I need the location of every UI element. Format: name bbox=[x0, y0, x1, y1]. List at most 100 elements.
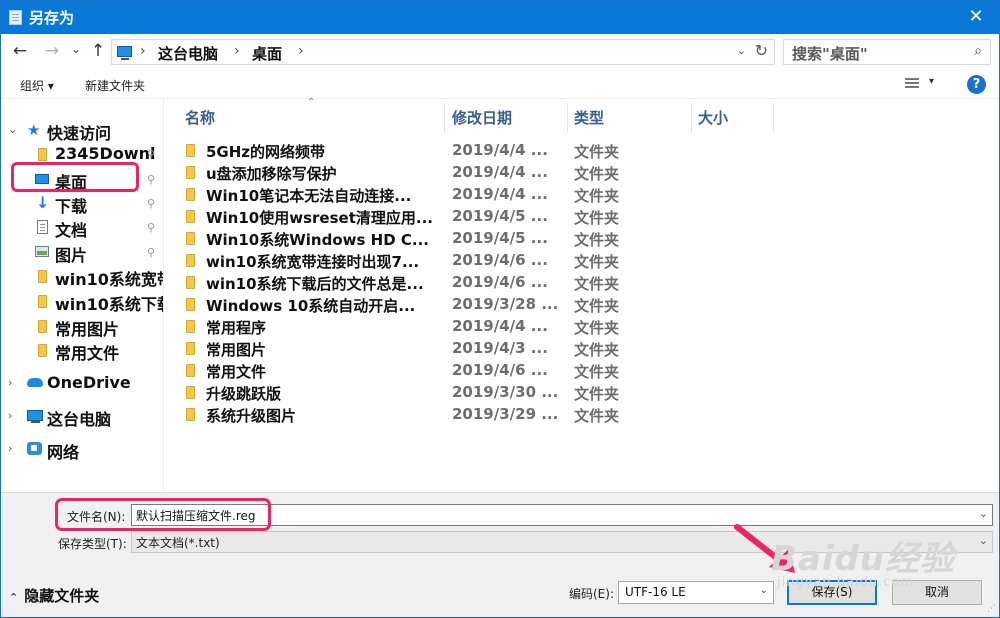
file-date: 2019/4/6 ... bbox=[452, 251, 548, 269]
pin-icon[interactable]: ⚲ bbox=[147, 148, 155, 161]
save-as-dialog: 另存为 ✕ ← → ⌄ ↑ › 这台电脑 › 桌面 › ⌄ ↻ 搜索"桌面" ⌕… bbox=[0, 0, 1000, 618]
file-row[interactable]: 系统升级图片 2019/3/29 ... 文件夹 bbox=[165, 404, 765, 426]
file-name: 5GHz的网络频带 bbox=[206, 143, 326, 161]
search-icon[interactable]: ⌕ bbox=[974, 43, 982, 59]
chevron-right-icon[interactable]: › bbox=[298, 43, 304, 59]
expand-icon[interactable]: ⌄ bbox=[8, 123, 17, 136]
file-row[interactable]: win10系统下载后的文件总是... 2019/4/6 ... 文件夹 bbox=[165, 272, 765, 294]
notepad-icon bbox=[9, 10, 22, 25]
folder-icon bbox=[186, 298, 195, 311]
file-date: 2019/4/6 ... bbox=[452, 361, 548, 379]
baidu-watermark: Baidu经验 jingyan.baidu.com bbox=[771, 531, 999, 601]
resize-grip-icon[interactable]: ⋰ bbox=[987, 604, 996, 614]
column-divider[interactable] bbox=[444, 103, 445, 133]
sidebar-item-downloads[interactable]: ↓ 下载 ⚲ bbox=[1, 192, 163, 216]
file-date: 2019/3/30 ... bbox=[452, 383, 559, 401]
chevron-right-icon[interactable]: › bbox=[140, 43, 146, 59]
file-name: Win10使用wsreset清理应用... bbox=[206, 209, 433, 227]
file-row[interactable]: Windows 10系统自动开启... 2019/3/28 ... 文件夹 bbox=[165, 294, 765, 316]
chevron-down-icon[interactable]: ⌄ bbox=[737, 44, 746, 57]
command-toolbar: 组织 ▾ 新建文件夹 ▾ ? bbox=[1, 70, 999, 99]
file-row[interactable]: Win10笔记本无法自动连接... 2019/4/4 ... 文件夹 bbox=[165, 184, 765, 206]
close-button[interactable]: ✕ bbox=[953, 1, 999, 34]
file-row[interactable]: 升级跳跃版 2019/3/30 ... 文件夹 bbox=[165, 382, 765, 404]
file-row[interactable]: 常用文件 2019/4/6 ... 文件夹 bbox=[165, 360, 765, 382]
file-name: Win10系统Windows HD C... bbox=[206, 231, 429, 249]
folder-icon bbox=[186, 320, 195, 333]
file-row[interactable]: 常用图片 2019/4/3 ... 文件夹 bbox=[165, 338, 765, 360]
document-icon bbox=[37, 220, 48, 234]
folder-icon bbox=[186, 254, 195, 267]
refresh-icon[interactable]: ↻ bbox=[755, 41, 768, 60]
chevron-right-icon[interactable]: › bbox=[8, 442, 12, 455]
column-divider[interactable] bbox=[567, 103, 568, 133]
view-dropdown-icon[interactable]: ▾ bbox=[929, 76, 934, 87]
file-type: 文件夹 bbox=[574, 385, 620, 403]
watermark-url: jingyan.baidu.com bbox=[777, 575, 914, 590]
file-type: 文件夹 bbox=[574, 187, 620, 205]
address-bar-row: ← → ⌄ ↑ › 这台电脑 › 桌面 › ⌄ ↻ 搜索"桌面" ⌕ bbox=[1, 34, 999, 70]
column-header-type[interactable]: 类型 bbox=[574, 107, 604, 128]
sidebar-item-win10-download[interactable]: win10系统下载 bbox=[1, 290, 163, 314]
pin-icon[interactable]: ⚲ bbox=[147, 173, 155, 186]
encoding-label: 编码(E): bbox=[569, 587, 614, 601]
chevron-right-icon[interactable]: › bbox=[8, 376, 12, 389]
column-divider[interactable] bbox=[691, 103, 692, 133]
quick-access-node[interactable]: ⌄ ★ 快速访问 bbox=[1, 119, 163, 143]
column-header-date[interactable]: 修改日期 bbox=[452, 107, 512, 128]
sidebar-item-common-pictures[interactable]: 常用图片 bbox=[1, 315, 163, 339]
chevron-right-icon[interactable]: › bbox=[234, 43, 240, 59]
breadcrumb-this-pc[interactable]: 这台电脑 bbox=[158, 43, 218, 64]
search-box[interactable]: 搜索"桌面" ⌕ bbox=[783, 39, 991, 65]
column-divider[interactable] bbox=[773, 103, 774, 133]
sidebar-item-label: 下载 bbox=[55, 197, 88, 216]
this-pc-node[interactable]: › 这台电脑 bbox=[1, 405, 163, 429]
file-name: 常用程序 bbox=[206, 319, 267, 337]
forward-button[interactable]: → bbox=[41, 41, 63, 63]
sidebar-item-pictures[interactable]: 图片 ⚲ bbox=[1, 241, 163, 265]
chevron-right-icon[interactable]: › bbox=[8, 409, 12, 422]
pin-icon[interactable]: ⚲ bbox=[147, 221, 155, 234]
file-row[interactable]: Win10使用wsreset清理应用... 2019/4/5 ... 文件夹 bbox=[165, 206, 765, 228]
breadcrumb-desktop[interactable]: 桌面 bbox=[252, 43, 282, 64]
file-row[interactable]: 5GHz的网络频带 2019/4/4 ... 文件夹 bbox=[165, 140, 765, 162]
organize-menu[interactable]: 组织 ▾ bbox=[20, 77, 54, 94]
recent-locations-button[interactable]: ⌄ bbox=[65, 39, 87, 61]
hide-folders-toggle[interactable]: ⌃ 隐藏文件夹 bbox=[9, 585, 99, 606]
back-button[interactable]: ← bbox=[9, 41, 31, 63]
highlight-annotation-filename bbox=[55, 498, 271, 531]
file-row[interactable]: u盘添加移除写保护 2019/4/4 ... 文件夹 bbox=[165, 162, 765, 184]
file-row[interactable]: win10系统宽带连接时出现7... 2019/4/6 ... 文件夹 bbox=[165, 250, 765, 272]
address-box[interactable]: › 这台电脑 › 桌面 › ⌄ ↻ bbox=[111, 39, 775, 65]
file-name: Win10笔记本无法自动连接... bbox=[206, 187, 412, 205]
up-button[interactable]: ↑ bbox=[87, 41, 109, 63]
view-list-icon[interactable] bbox=[905, 78, 919, 90]
onedrive-node[interactable]: › OneDrive bbox=[1, 372, 163, 395]
pin-icon[interactable]: ⚲ bbox=[147, 246, 155, 259]
chevron-down-icon[interactable]: ⌄ bbox=[760, 585, 768, 596]
column-header-name[interactable]: 名称 bbox=[185, 107, 215, 128]
new-folder-button[interactable]: 新建文件夹 bbox=[85, 77, 145, 94]
file-date: 2019/4/5 ... bbox=[452, 229, 548, 247]
highlight-annotation-desktop bbox=[11, 162, 139, 192]
file-type: 文件夹 bbox=[574, 231, 620, 249]
chevron-down-icon[interactable]: ⌄ bbox=[979, 507, 988, 520]
folder-icon bbox=[186, 408, 195, 421]
dialog-title: 另存为 bbox=[29, 9, 75, 27]
sidebar-item-documents[interactable]: 文档 ⚲ bbox=[1, 216, 163, 240]
file-row[interactable]: Win10系统Windows HD C... 2019/4/5 ... 文件夹 bbox=[165, 228, 765, 250]
column-header-size[interactable]: 大小 bbox=[698, 107, 728, 128]
folder-icon bbox=[38, 148, 47, 161]
file-row[interactable]: 常用程序 2019/4/4 ... 文件夹 bbox=[165, 316, 765, 338]
help-icon[interactable]: ? bbox=[967, 75, 986, 94]
network-node[interactable]: › 网络 bbox=[1, 438, 163, 462]
star-icon: ★ bbox=[27, 121, 41, 139]
sidebar-item-win10-broadband[interactable]: win10系统宽带 bbox=[1, 265, 163, 289]
pin-icon[interactable]: ⚲ bbox=[147, 197, 155, 210]
file-name: u盘添加移除写保护 bbox=[206, 165, 337, 183]
sidebar-item-common-files[interactable]: 常用文件 bbox=[1, 339, 163, 363]
encoding-select[interactable]: UTF-16 LE ⌄ bbox=[618, 581, 774, 604]
file-date: 2019/3/29 ... bbox=[452, 405, 559, 423]
file-name: 常用文件 bbox=[206, 363, 267, 381]
folder-icon bbox=[38, 344, 47, 357]
